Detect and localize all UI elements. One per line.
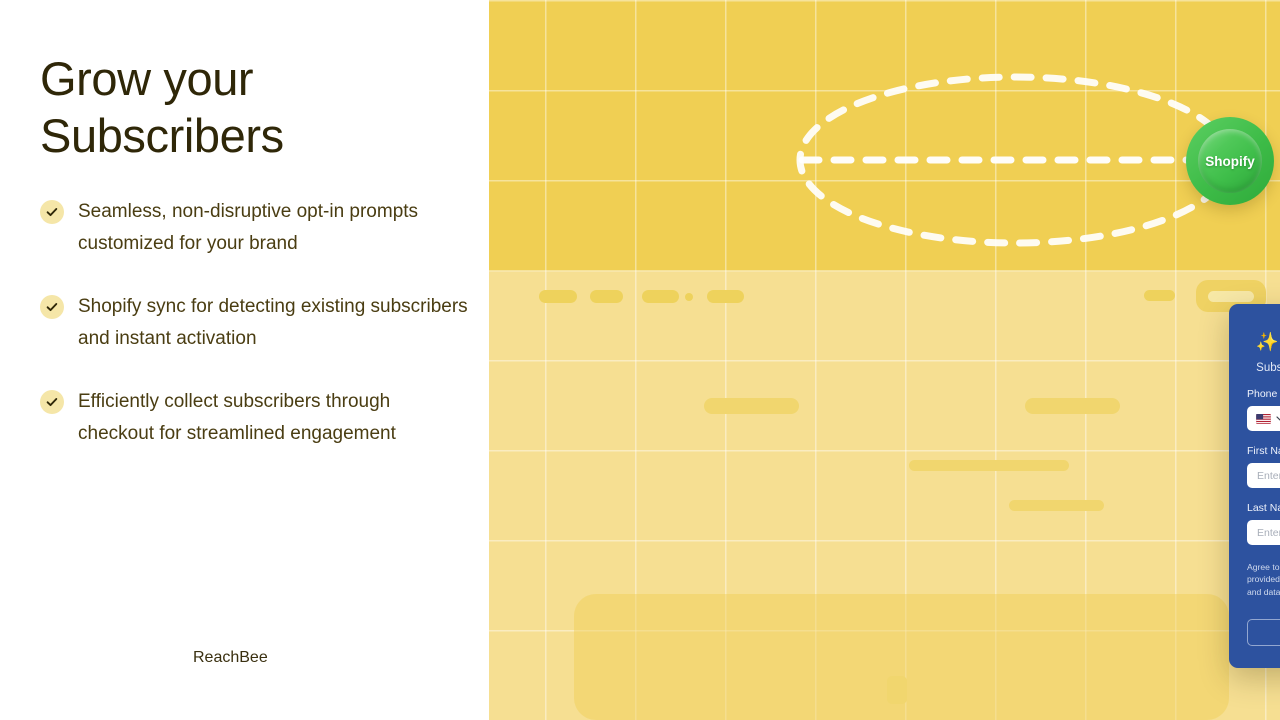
- skeleton-bar: [887, 676, 907, 704]
- skeleton-bar: [1009, 500, 1104, 511]
- feature-text: Seamless, non-disruptive opt-in prompts …: [78, 201, 419, 254]
- shopify-badge: Shopify: [1186, 117, 1274, 205]
- last-name-field-group: Last Name: [1247, 502, 1280, 545]
- modal-actions: Dismiss Subscribe: [1247, 619, 1280, 647]
- left-content-panel: Grow your Subscribers Seamless, non-disr…: [0, 0, 489, 720]
- check-icon: [40, 200, 64, 224]
- skeleton-bar: [704, 398, 799, 414]
- brand-wordmark: ReachBee: [193, 649, 268, 666]
- dashed-flow-path: [796, 73, 1234, 247]
- chevron-down-icon: [1276, 416, 1280, 421]
- subscriber-flow-diagram: Subscribers Shopify: [489, 0, 1280, 271]
- feature-text: Efficiently collect subscribers through …: [78, 391, 396, 444]
- modal-subtitle: Subscribe to get 20% discount on your fi…: [1256, 362, 1280, 374]
- first-name-input[interactable]: [1247, 463, 1280, 488]
- first-name-field-label: First Name: [1247, 445, 1280, 457]
- list-item: Shopify sync for detecting existing subs…: [40, 291, 470, 355]
- dismiss-button[interactable]: Dismiss: [1247, 619, 1280, 647]
- us-flag-icon: [1256, 413, 1271, 424]
- country-select[interactable]: [1247, 406, 1280, 431]
- last-name-input[interactable]: [1247, 520, 1280, 545]
- sparkle-emoji-left: ✨: [1255, 331, 1279, 352]
- skeleton-bar: [909, 460, 1069, 471]
- check-icon: [40, 295, 64, 319]
- skeleton-bar: [642, 290, 679, 303]
- feature-text: Shopify sync for detecting existing subs…: [78, 296, 468, 349]
- first-name-field-group: First Name: [1247, 445, 1280, 488]
- illustration-panel: Subscribers Shopify: [489, 0, 1280, 720]
- legal-disclaimer: Agree to receive automated marketing tex…: [1247, 561, 1280, 598]
- phone-field-label: Phone Number: [1247, 388, 1280, 400]
- feature-list: Seamless, non-disruptive opt-in prompts …: [40, 196, 470, 481]
- last-name-field-label: Last Name: [1247, 502, 1280, 514]
- subscribe-modal: ✨ Unlock Magical Deals! ✨ Subscribe to g…: [1229, 304, 1280, 669]
- list-item: Efficiently collect subscribers through …: [40, 386, 470, 450]
- list-item: Seamless, non-disruptive opt-in prompts …: [40, 196, 470, 260]
- check-icon: [40, 390, 64, 414]
- skeleton-bar: [539, 290, 577, 303]
- disclaimer-part-1: Agree to receive automated marketing tex…: [1247, 562, 1280, 585]
- skeleton-bar: [707, 290, 744, 303]
- skeleton-dot: [685, 293, 693, 301]
- promo-screenshot: Grow your Subscribers Seamless, non-disr…: [0, 0, 1280, 720]
- phone-field-group: Phone Number: [1247, 388, 1280, 431]
- headline-line-1: Grow your: [40, 52, 254, 105]
- modal-title: ✨ Unlock Magical Deals! ✨: [1247, 331, 1280, 353]
- skeleton-bar: [1144, 290, 1175, 301]
- skeleton-bar: [1025, 398, 1120, 414]
- headline-line-2: Subscribers: [40, 109, 284, 162]
- shopify-label: Shopify: [1205, 153, 1255, 169]
- skeleton-bar: [590, 290, 623, 303]
- page-title: Grow your Subscribers: [40, 50, 460, 164]
